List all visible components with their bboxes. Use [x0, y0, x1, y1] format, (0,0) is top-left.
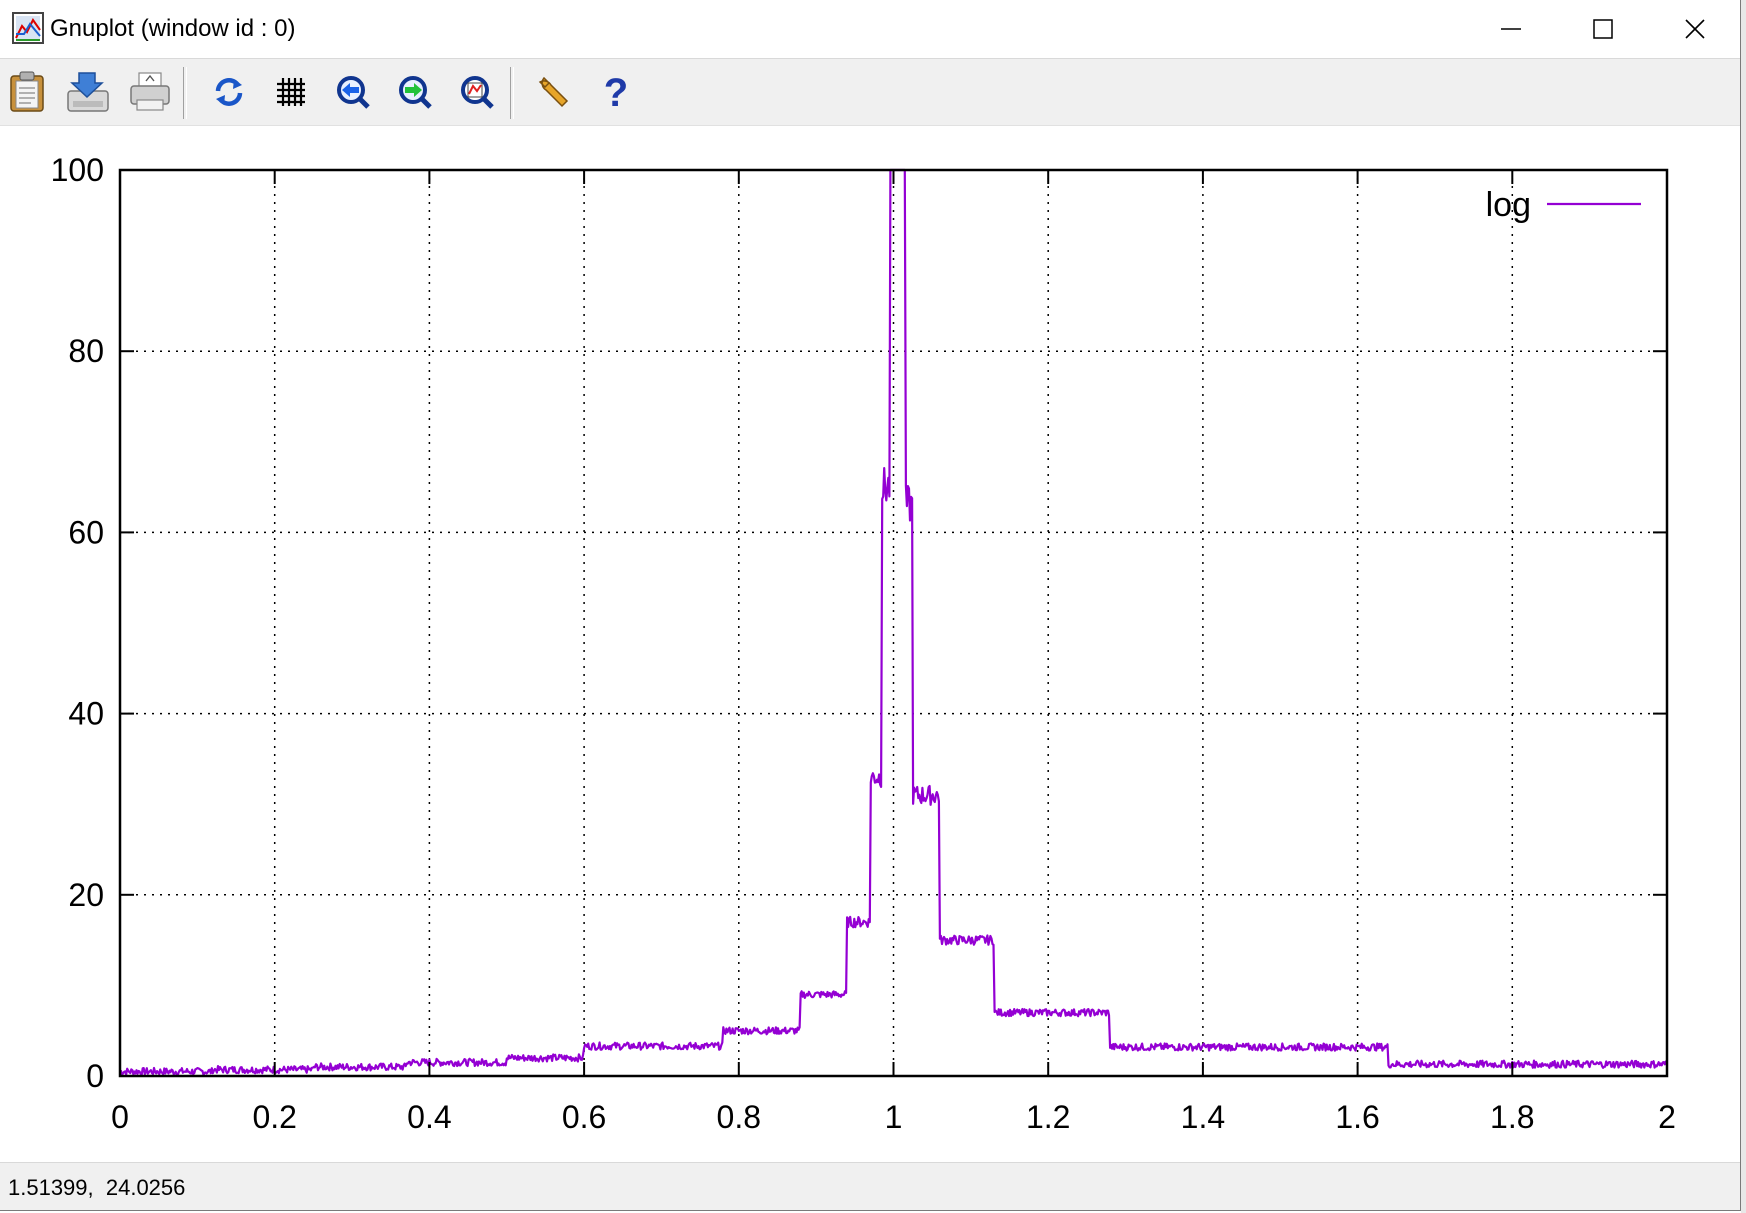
- clipboard-icon: [10, 71, 44, 112]
- close-button[interactable]: [1649, 0, 1740, 58]
- copy-to-clipboard-button[interactable]: [2, 67, 52, 117]
- print-button[interactable]: [125, 67, 175, 117]
- y-tick-label: 20: [68, 877, 104, 913]
- gnuplot-app-icon: [12, 12, 44, 44]
- window-title: Gnuplot (window id : 0): [50, 15, 296, 42]
- save-icon: [67, 72, 109, 112]
- x-tick-label: 2: [1658, 1099, 1676, 1135]
- minimize-button[interactable]: [1465, 0, 1557, 58]
- zoom-back-icon: [337, 76, 370, 109]
- background-strip: [1741, 0, 1746, 1213]
- options-button[interactable]: [529, 67, 579, 117]
- replot-button[interactable]: [204, 67, 254, 117]
- maximize-icon: [1593, 19, 1613, 39]
- chart-svg: 0 0.2 0.4 0.6 0.8 1 1.2 1.4 1.6 1.8 2020406080100 …: [51, 152, 1676, 1135]
- unzoom-icon: [461, 76, 494, 109]
- plot-canvas[interactable]: 0 0.2 0.4 0.6 0.8 1 1.2 1.4 1.6 1.8 2 0 20 40 60 80 100 …: [0, 126, 1740, 1161]
- x-tick-label: 0.2: [252, 1099, 296, 1135]
- close-icon: [1685, 19, 1705, 39]
- title-bar[interactable]: Gnuplot (window id : 0): [0, 0, 1740, 59]
- y-tick-label: 60: [68, 514, 104, 550]
- maximize-button[interactable]: [1557, 0, 1649, 58]
- x-tick-label: 1.8: [1490, 1099, 1534, 1135]
- help-icon: ?: [604, 72, 628, 112]
- zoom-forward-icon: [399, 76, 432, 109]
- zoom-forward-button[interactable]: [390, 67, 440, 117]
- x-tick-label: 1.2: [1026, 1099, 1070, 1135]
- status-bar: 1.51399, 24.0256: [0, 1162, 1740, 1210]
- plot-border: [118, 168, 1669, 1078]
- x-tick-label: 0.8: [717, 1099, 761, 1135]
- legend-label: log: [1486, 186, 1531, 224]
- unzoom-button[interactable]: [452, 67, 502, 117]
- help-button[interactable]: ?: [591, 67, 641, 117]
- replot-icon: [215, 78, 243, 106]
- minimize-icon: [1501, 28, 1521, 30]
- save-button[interactable]: [63, 67, 113, 117]
- toolbar-separator: [510, 67, 514, 119]
- grid-icon: [277, 78, 305, 106]
- y-tick-label: 0: [86, 1058, 104, 1094]
- mouse-coordinates: 1.51399, 24.0256: [8, 1175, 186, 1200]
- gnuplot-window: Gnuplot (window id : 0) ? 0 0.2 0.4 0.6 …: [0, 0, 1741, 1211]
- toolbar-separator: [183, 67, 187, 119]
- x-tick-label: 0.4: [407, 1099, 451, 1135]
- toolbar: ?: [0, 59, 1740, 126]
- y-tick-label: 80: [68, 333, 104, 369]
- y-tick-label: 100: [51, 152, 104, 188]
- toggle-grid-button[interactable]: [266, 67, 316, 117]
- x-tick-label: 1.6: [1335, 1099, 1379, 1135]
- options-wrench-icon: [538, 76, 569, 108]
- y-tick-label: 40: [68, 696, 104, 732]
- x-tick-label: 0: [111, 1099, 129, 1135]
- svg-text:?: ?: [604, 72, 628, 112]
- print-icon: [130, 72, 170, 111]
- x-tick-label: 0.6: [562, 1099, 606, 1135]
- zoom-back-button[interactable]: [328, 67, 378, 117]
- x-tick-label: 1: [885, 1099, 903, 1135]
- x-tick-label: 1.4: [1181, 1099, 1225, 1135]
